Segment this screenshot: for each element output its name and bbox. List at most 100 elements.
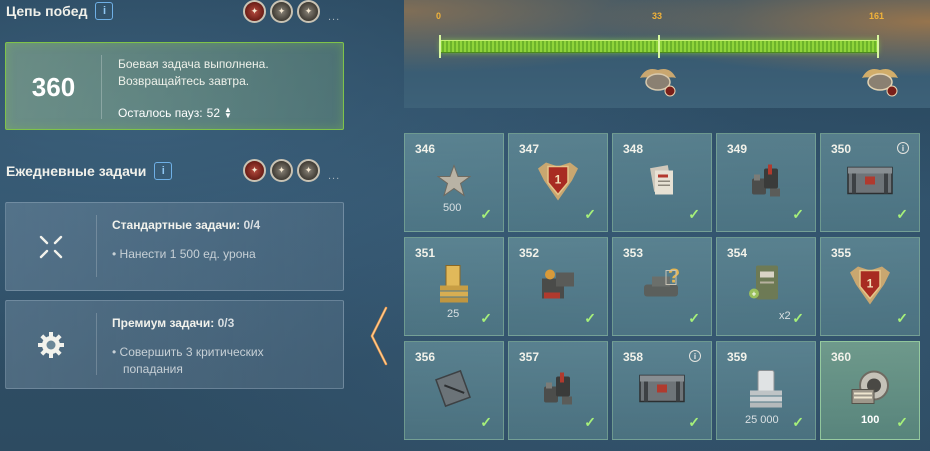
progress-marker <box>658 35 660 58</box>
svg-text:+: + <box>752 289 757 298</box>
reward-quantity: 500 <box>443 202 462 214</box>
reward-day-number: 348 <box>623 142 644 156</box>
reward-cell-351[interactable]: 351 25 ✓ <box>404 237 504 336</box>
progress-tick-end: 161 <box>869 11 885 21</box>
checkmark-icon: ✓ <box>792 206 804 222</box>
daily-title: Ежедневные задачи <box>6 163 147 179</box>
silver-icon <box>744 368 788 413</box>
checkmark-icon: ✓ <box>896 206 908 222</box>
svg-text:1: 1 <box>555 172 562 186</box>
checkmark-icon: ✓ <box>480 414 492 430</box>
progress-tick-mid: 33 <box>652 11 663 21</box>
standard-tasks-card[interactable]: Стандартные задачи: 0/4 • Нанести 1 500 … <box>5 202 344 291</box>
chain-status: Боевая задача выполнена. Возвращайтесь з… <box>118 56 269 90</box>
medal-dark-icon[interactable]: ✦ <box>297 0 320 23</box>
reward-cell-346[interactable]: 346 500 ✓ <box>404 133 504 232</box>
medal-dark-icon[interactable]: ✦ <box>270 0 293 23</box>
chain-status-line2: Возвращайтесь завтра. <box>118 74 250 88</box>
medal-red-icon[interactable]: ✦ <box>243 0 266 23</box>
reward-day-number: 353 <box>623 246 644 260</box>
pause-value: 52 <box>206 106 220 120</box>
chain-title: Цепь побед <box>6 3 88 19</box>
reward-day-number: 359 <box>727 350 748 364</box>
chain-title-row: Цепь побед i <box>6 2 114 20</box>
chain-info-icon[interactable]: i <box>95 2 114 20</box>
divider <box>101 55 102 119</box>
premium-tasks-card[interactable]: Премиум задачи: 0/3 • Совершить 3 критич… <box>5 300 344 389</box>
medal-dark-icon[interactable]: ✦ <box>270 159 293 182</box>
milestone-emblem-icon[interactable] <box>636 64 680 98</box>
reward-cell-357[interactable]: 357 ✓ <box>508 341 608 440</box>
checkmark-icon: ✓ <box>584 206 596 222</box>
reward-cell-353[interactable]: 353? ✓ <box>612 237 712 336</box>
star-icon <box>436 163 472 201</box>
daily-info-icon[interactable]: i <box>154 162 173 180</box>
reward-day-number: 349 <box>727 142 748 156</box>
medals-more[interactable]: ... <box>328 170 340 182</box>
premium-task-item-line2: попадания <box>123 362 183 376</box>
reward-day-number: 350 <box>831 142 852 156</box>
premium-tasks-count: 0/3 <box>217 316 235 330</box>
reward-cell-354[interactable]: 354 + x2 ✓ <box>716 237 816 336</box>
reward-day-number: 347 <box>519 142 540 156</box>
reward-day-number: 355 <box>831 246 852 260</box>
pause-stepper-icon[interactable]: ▲ ▼ <box>224 106 232 120</box>
chain-value: 360 <box>31 71 76 102</box>
reward-quantity: 100 <box>861 414 880 426</box>
reward-grid: 346 500 ✓ 347 1 ✓ 348 ✓ 349 ✓ 350 i ✓ 351 25 ✓ 352 ✓ 353? ✓… <box>404 133 920 440</box>
reward-cell-350[interactable]: 350 i ✓ <box>820 133 920 232</box>
medal-red-icon[interactable]: ✦ <box>243 159 266 182</box>
directive-icon <box>536 264 580 309</box>
standard-tasks-label: Стандартные задачи: <box>112 218 241 232</box>
equipment-icon <box>746 160 786 205</box>
daily-title-row: Ежедневные задачи i <box>6 162 173 180</box>
chain-card: 360 Боевая задача выполнена. Возвращайте… <box>5 42 344 130</box>
checkmark-icon: ✓ <box>896 310 908 326</box>
milestone-emblem-icon[interactable] <box>858 64 902 98</box>
info-icon[interactable]: i <box>897 142 909 154</box>
shield-rank-icon: 1 <box>536 158 580 207</box>
reward-day-number: 351 <box>415 246 436 260</box>
reward-cell-355[interactable]: 355 1 ✓ <box>820 237 920 336</box>
reward-day-number: 354 <box>727 246 748 260</box>
chain-medals: ✦ ✦ ✦ ... <box>243 0 340 23</box>
pause-counter: Осталось пауз: 52 ▲ ▼ <box>118 106 232 121</box>
mystery-tank-icon: ? <box>640 264 684 309</box>
reward-cell-360[interactable]: 360 100 ✓ <box>820 341 920 440</box>
reward-day-number: 358 <box>623 350 644 364</box>
documents-icon <box>644 162 680 203</box>
info-icon[interactable]: i <box>689 350 701 362</box>
reward-day-number: 357 <box>519 350 540 364</box>
progress-marker <box>439 35 441 58</box>
reward-cell-348[interactable]: 348 ✓ <box>612 133 712 232</box>
chain-status-line1: Боевая задача выполнена. <box>118 57 269 71</box>
medals-more[interactable]: ... <box>328 11 340 23</box>
left-panel: Цепь побед i ✦ ✦ ✦ ... 360 Боевая задача… <box>0 0 350 451</box>
reward-cell-347[interactable]: 347 1 ✓ <box>508 133 608 232</box>
checkmark-icon: ✓ <box>688 206 700 222</box>
checkmark-icon: ✓ <box>584 310 596 326</box>
reward-quantity: 25 000 <box>745 414 779 426</box>
checkmark-icon: ✓ <box>584 414 596 430</box>
reward-cell-358[interactable]: 358 i ✓ <box>612 341 712 440</box>
reward-cell-356[interactable]: 356 ✓ <box>404 341 504 440</box>
reward-day-number: 346 <box>415 142 436 156</box>
chevron-left-icon[interactable] <box>368 305 390 372</box>
reward-quantity: x2 <box>779 310 791 322</box>
medal-dark-icon[interactable]: ✦ <box>297 159 320 182</box>
gear-icon <box>6 301 96 388</box>
reward-cell-349[interactable]: 349 ✓ <box>716 133 816 232</box>
reward-day-number: 360 <box>831 350 852 364</box>
crosshair-icon <box>6 203 96 290</box>
reward-cell-359[interactable]: 359 25 000 ✓ <box>716 341 816 440</box>
reward-cell-352[interactable]: 352 ✓ <box>508 237 608 336</box>
checkmark-icon: ✓ <box>480 206 492 222</box>
reward-day-number: 352 <box>519 246 540 260</box>
checkmark-icon: ✓ <box>896 414 908 430</box>
standard-tasks-count: 0/4 <box>243 218 261 232</box>
pause-label: Осталось пауз: <box>118 106 203 120</box>
premium-task-item-line1: • Совершить 3 критических <box>112 345 264 359</box>
shield-rank-icon: 1 <box>848 262 892 311</box>
daily-medals: ✦ ✦ ✦ ... <box>243 159 340 182</box>
premium-tasks-label: Премиум задачи: <box>112 316 215 330</box>
